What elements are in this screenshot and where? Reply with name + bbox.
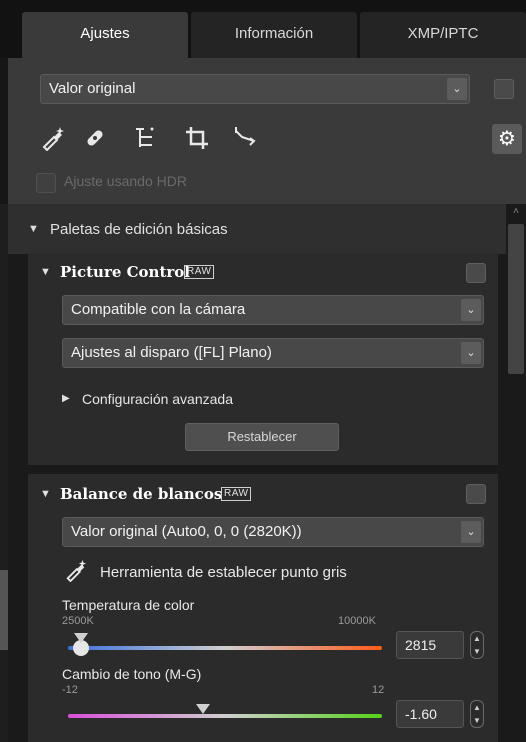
scroll-up-arrow-icon[interactable]: ˄ xyxy=(508,206,524,222)
temperature-slider-track[interactable] xyxy=(68,646,382,650)
temperature-input[interactable]: 2815 xyxy=(396,631,464,659)
hdr-checkbox[interactable] xyxy=(36,173,56,193)
chevron-down-icon: ⌄ xyxy=(461,342,481,364)
tab-bar: Ajustes Información XMP/IPTC xyxy=(0,0,526,58)
collapse-triangle-icon: ▼ xyxy=(28,223,39,235)
white-balance-title: Balance de blancos xyxy=(60,485,223,503)
picture-control-mode-select[interactable]: Compatible con la cámara ⌄ xyxy=(62,295,484,325)
picture-control-title: Picture Control xyxy=(60,263,190,281)
tint-slider-track[interactable] xyxy=(68,714,382,718)
raw-badge: RAW xyxy=(184,265,215,279)
gray-point-tool-label[interactable]: Herramienta de establecer punto gris xyxy=(100,564,347,581)
reset-button[interactable]: Restablecer xyxy=(185,423,339,451)
tint-stepper[interactable]: ▲ ▼ xyxy=(470,700,484,728)
tint-slider-thumb[interactable] xyxy=(196,704,211,714)
tab-xmp-iptc[interactable]: XMP/IPTC xyxy=(360,12,526,58)
straighten-icon[interactable] xyxy=(230,125,260,155)
palette-header[interactable]: ▼ Paletas de edición básicas xyxy=(8,204,506,254)
eyedropper-sparkle-icon[interactable] xyxy=(38,125,68,155)
temperature-stepper[interactable]: ▲ ▼ xyxy=(470,631,484,659)
preset-checkbox[interactable] xyxy=(494,79,514,99)
chevron-down-icon: ⌄ xyxy=(461,299,481,321)
picture-control-checkbox[interactable] xyxy=(466,263,486,283)
preset-select-value: Valor original xyxy=(49,80,136,97)
preset-select[interactable]: Valor original ⌄ xyxy=(40,74,470,104)
panel-resize-handle[interactable] xyxy=(0,570,8,650)
collapse-triangle-icon[interactable]: ▼ xyxy=(40,266,51,278)
collapse-triangle-icon[interactable]: ▼ xyxy=(40,488,51,500)
tab-ajustes[interactable]: Ajustes xyxy=(22,12,188,58)
tint-label: Cambio de tono (M-G) xyxy=(62,666,202,682)
crop-icon[interactable] xyxy=(182,125,212,155)
retouch-brush-icon[interactable] xyxy=(80,125,110,155)
temperature-label: Temperatura de color xyxy=(62,597,195,613)
white-balance-mode-value: Valor original (Auto0, 0, 0 (2820K)) xyxy=(71,523,302,540)
advanced-settings-toggle[interactable]: Configuración avanzada xyxy=(82,391,233,407)
tint-min-label: -12 xyxy=(62,684,78,696)
picture-control-preset-select[interactable]: Ajustes al disparo ([FL] Plano) ⌄ xyxy=(62,338,484,368)
white-balance-checkbox[interactable] xyxy=(466,484,486,504)
temperature-max-label: 10000K xyxy=(338,615,376,627)
raw-badge: RAW xyxy=(221,487,252,501)
picture-control-preset-value: Ajustes al disparo ([FL] Plano) xyxy=(71,344,272,361)
gray-point-eyedropper-icon[interactable] xyxy=(62,558,90,586)
palette-title: Paletas de edición básicas xyxy=(50,221,228,238)
hdr-label: Ajuste usando HDR xyxy=(64,173,187,189)
scrollbar-thumb[interactable] xyxy=(508,224,524,374)
tab-informacion[interactable]: Información xyxy=(191,12,357,58)
gear-icon[interactable]: ⚙ xyxy=(492,124,522,154)
tint-input[interactable]: -1.60 xyxy=(396,700,464,728)
temperature-slider-marker xyxy=(73,633,88,643)
chevron-down-icon: ⌄ xyxy=(447,78,467,100)
expand-triangle-icon[interactable]: ▶ xyxy=(62,393,70,404)
picture-control-mode-value: Compatible con la cámara xyxy=(71,301,246,318)
white-balance-mode-select[interactable]: Valor original (Auto0, 0, 0 (2820K)) ⌄ xyxy=(62,517,484,547)
levels-tree-icon[interactable] xyxy=(130,125,160,155)
chevron-down-icon: ⌄ xyxy=(461,521,481,543)
temperature-min-label: 2500K xyxy=(62,615,94,627)
tint-max-label: 12 xyxy=(372,684,385,696)
